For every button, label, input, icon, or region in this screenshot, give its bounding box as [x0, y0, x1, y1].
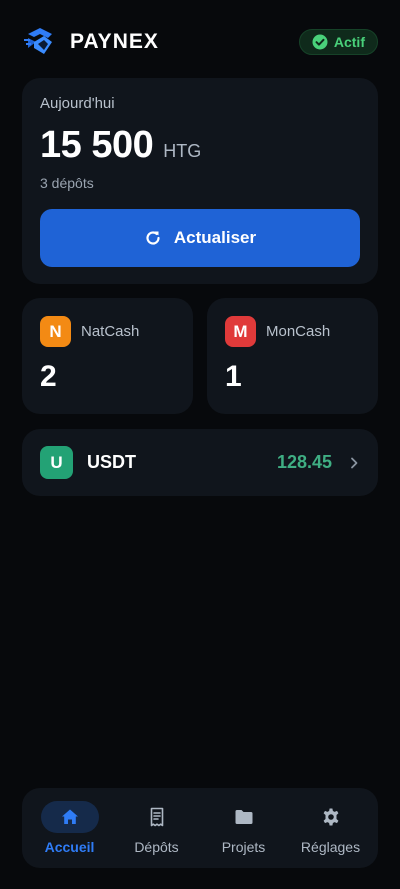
- today-label: Aujourd'hui: [40, 95, 115, 112]
- usdt-card[interactable]: U USDT 128.45: [22, 429, 378, 496]
- chevron-right-icon: [351, 457, 358, 468]
- natcash-card[interactable]: N NatCash 2: [22, 298, 193, 414]
- check-circle-icon: [312, 34, 328, 50]
- bottom-nav: Accueil Dépôts Projets Réglages: [22, 788, 378, 868]
- status-label: Actif: [333, 34, 365, 50]
- moncash-card[interactable]: M MonCash 1: [207, 298, 378, 414]
- currency-label: HTG: [163, 141, 202, 161]
- nav-label-depots: Dépôts: [134, 839, 179, 855]
- deposit-count: 3 dépôts: [40, 175, 94, 191]
- moncash-name: MonCash: [266, 323, 331, 340]
- receipt-icon: [150, 807, 163, 827]
- amount-row: 15 500 HTG: [40, 124, 201, 167]
- nav-item-projets[interactable]: Projets: [202, 801, 286, 855]
- moncash-badge: M: [225, 316, 256, 347]
- natcash-name: NatCash: [81, 323, 140, 340]
- status-badge: Actif: [298, 29, 378, 55]
- natcash-header: N NatCash: [40, 316, 139, 347]
- nav-item-accueil[interactable]: Accueil: [28, 801, 112, 855]
- refresh-label: Actualiser: [173, 228, 257, 247]
- refresh-button[interactable]: Actualiser: [40, 209, 360, 267]
- natcash-badge: N: [40, 316, 71, 347]
- today-amount: 15 500: [40, 124, 154, 166]
- brand: PAYNEX: [22, 24, 159, 60]
- nav-label-reglages: Réglages: [300, 839, 361, 855]
- nav-icon-wrap: [215, 801, 273, 833]
- usdt-badge: U: [40, 446, 73, 479]
- usdt-name: USDT: [87, 452, 136, 472]
- nav-icon-wrap: [40, 801, 99, 833]
- nav-icon-wrap: [302, 801, 360, 833]
- brand-name: PAYNEX: [70, 30, 159, 53]
- refresh-icon: [146, 231, 160, 245]
- app-header: PAYNEX Actif: [22, 24, 378, 60]
- folder-icon: [235, 810, 252, 824]
- nav-icon-wrap: [128, 801, 186, 833]
- home-icon: [61, 809, 78, 824]
- nav-item-reglages[interactable]: Réglages: [289, 801, 373, 855]
- paynex-logo-icon: [24, 28, 52, 54]
- gear-icon: [323, 808, 338, 826]
- natcash-count: 2: [40, 360, 57, 393]
- usdt-value: 128.45: [276, 452, 332, 472]
- nav-label-accueil: Accueil: [44, 839, 95, 855]
- moncash-header: M MonCash: [225, 316, 330, 347]
- today-summary-card: Aujourd'hui 15 500 HTG 3 dépôts Actualis…: [22, 78, 378, 284]
- moncash-count: 1: [225, 360, 242, 393]
- nav-item-depots[interactable]: Dépôts: [115, 801, 199, 855]
- nav-label-projets: Projets: [221, 839, 266, 855]
